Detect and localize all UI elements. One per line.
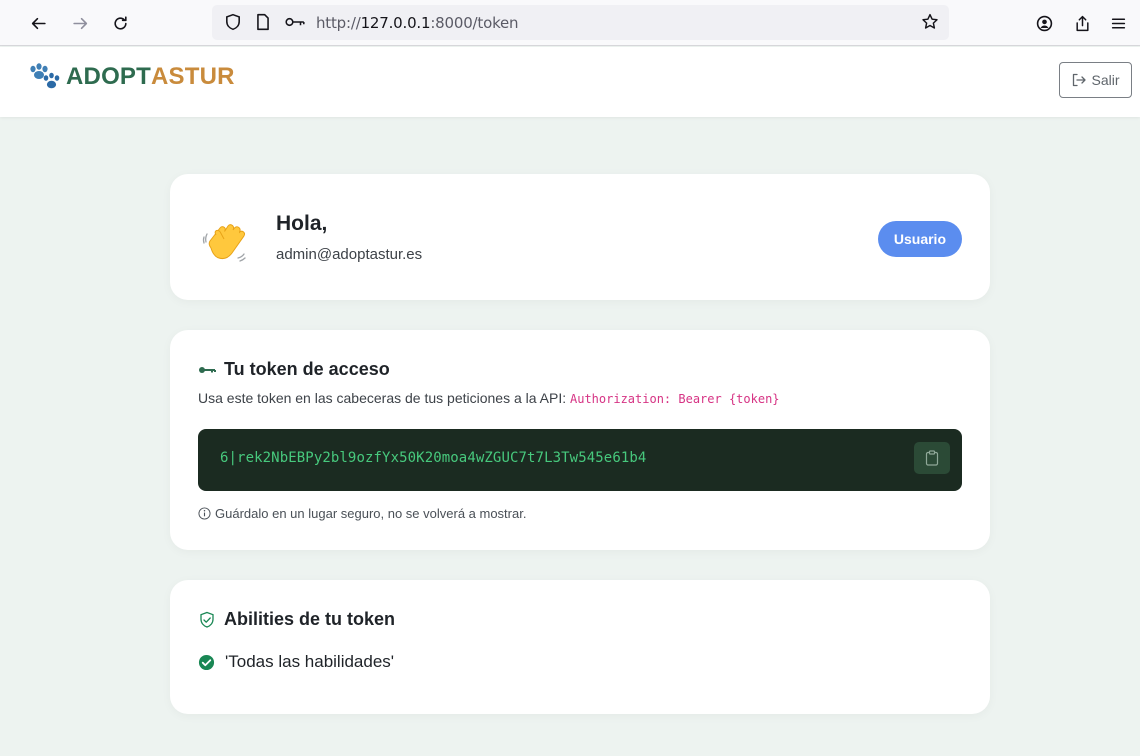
menu-icon	[1111, 17, 1125, 29]
copy-token-button[interactable]	[914, 442, 950, 474]
logout-button[interactable]: Salir	[1059, 62, 1132, 98]
app-header: ADOPT ASTUR Salir	[0, 47, 1140, 117]
token-warning-note: Guárdalo en un lugar seguro, no se volve…	[198, 506, 526, 521]
brand-name-part1: ADOPT	[66, 63, 151, 90]
page-icon[interactable]	[254, 13, 272, 31]
auth-header-example: Authorization: Bearer {token}	[570, 392, 780, 406]
abilities-card: Abilities de tu token 'Todas las habilid…	[170, 580, 990, 714]
check-circle-icon	[198, 654, 215, 670]
greeting-card: Hola, admin@adoptastur.es Usuario	[170, 174, 990, 300]
arrow-left-icon	[31, 17, 46, 29]
shield-icon[interactable]	[224, 13, 242, 31]
token-card: Tu token de acceso Usa este token en las…	[170, 330, 990, 550]
url-text[interactable]: http://127.0.0.1:8000/token	[316, 14, 519, 32]
star-icon[interactable]	[921, 13, 939, 31]
account-icon	[1036, 15, 1052, 31]
url-bar[interactable]: http://127.0.0.1:8000/token	[212, 5, 949, 40]
logout-label: Salir	[1091, 72, 1120, 88]
token-title-text: Tu token de acceso	[224, 359, 390, 379]
greeting-title: Hola,	[276, 212, 328, 235]
user-email: admin@adoptastur.es	[276, 246, 423, 263]
token-display: 6|rek2NbEBPy2bl9ozfYx50K20moa4wZGUC7t7L3…	[198, 429, 962, 491]
forward-button[interactable]	[66, 9, 94, 37]
share-icon	[1075, 15, 1089, 31]
token-description: Usa este token en las cabeceras de tus p…	[198, 390, 780, 406]
logout-icon	[1073, 73, 1087, 87]
key-icon[interactable]	[284, 13, 306, 31]
reload-button[interactable]	[106, 9, 134, 37]
shield-check-icon	[200, 611, 214, 628]
token-value[interactable]: 6|rek2NbEBPy2bl9ozfYx50K20moa4wZGUC7t7L3…	[220, 450, 646, 466]
info-icon	[198, 507, 211, 520]
menu-button[interactable]	[1104, 9, 1132, 37]
share-button[interactable]	[1068, 9, 1096, 37]
brand-name-part2: ASTUR	[151, 63, 235, 90]
browser-toolbar: http://127.0.0.1:8000/token	[0, 0, 1140, 46]
reload-icon	[113, 15, 127, 30]
ability-label: 'Todas las habilidades'	[225, 652, 395, 671]
role-badge: Usuario	[877, 221, 962, 257]
account-button[interactable]	[1030, 9, 1058, 37]
paw-icon	[30, 63, 60, 89]
token-section-title: Tu token de acceso	[198, 359, 390, 380]
ability-item: 'Todas las habilidades'	[198, 652, 394, 672]
waving-hand-icon	[202, 224, 246, 262]
abilities-title-text: Abilities de tu token	[224, 609, 396, 629]
key-icon	[199, 366, 216, 373]
back-button[interactable]	[24, 9, 52, 37]
arrow-right-icon	[72, 17, 87, 29]
brand-logo[interactable]: ADOPT ASTUR	[28, 63, 235, 91]
abilities-section-title: Abilities de tu token	[198, 609, 395, 630]
clipboard-icon	[925, 450, 939, 466]
